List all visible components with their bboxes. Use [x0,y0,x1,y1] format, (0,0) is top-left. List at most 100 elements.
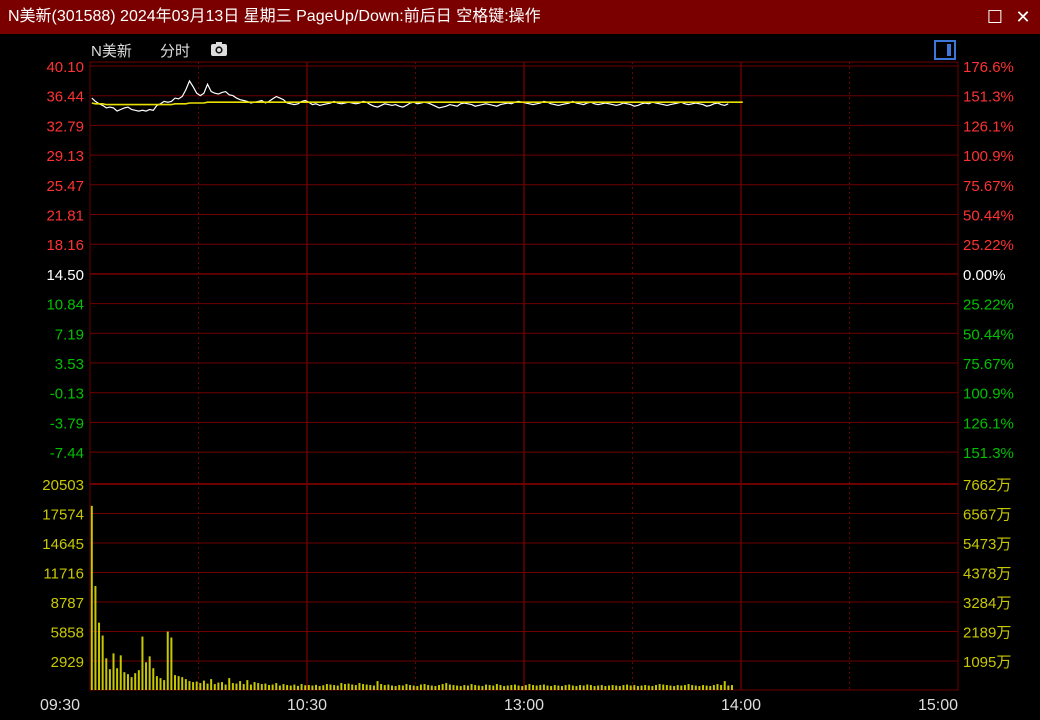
volume-bar [181,677,184,690]
volume-bar [188,681,191,690]
volume-bar [365,684,368,690]
volume-bar [673,686,676,690]
volume-bar [629,685,632,690]
volume-bar [163,680,166,690]
price-tick-label: -7.44 [50,445,84,462]
volume-bar [369,685,372,690]
volume-bar [445,683,448,690]
volume-bar [155,676,158,690]
time-tick-label: 10:30 [287,697,327,714]
percent-tick-label: 126.1% [963,415,1014,432]
volume-bar [626,684,629,690]
volume-bar [246,680,249,690]
volume-bar [546,685,549,690]
volume-bar [607,685,610,690]
volume-bar [474,685,477,690]
volume-bar [401,685,404,690]
price-tick-label: 14.50 [46,267,84,284]
percent-tick-label: 100.9% [963,148,1014,165]
volume-bar [242,684,245,690]
percent-tick-label: 50.44% [963,208,1014,225]
volume-bar [98,622,101,690]
volume-bar [593,686,596,690]
volume-bar [228,678,231,690]
volume-bar [665,685,668,690]
volume-bar [148,656,151,690]
volume-bar [304,685,307,690]
volume-bar [376,681,379,690]
price-tick-label: 10.84 [46,297,84,314]
volume-bar [170,637,173,690]
volume-bar [134,673,137,690]
volume-bar [597,685,600,690]
volume-bar [622,685,625,690]
volume-bar [532,685,535,690]
volume-bar [318,686,321,690]
volume-bar [604,686,607,690]
volume-bar [423,684,426,690]
volume-bar [278,685,281,690]
volume-bar [123,672,126,690]
volume-bar [485,684,488,690]
volume-bar [307,685,310,690]
volume-bar [575,686,578,690]
volume-tick-label: 5858 [51,625,84,642]
volume-bar [383,685,386,690]
percent-tick-label: 25.22% [963,237,1014,254]
volume-tick-label: 20503 [42,477,84,494]
volume-bar [239,681,242,690]
price-tick-label: 40.10 [46,59,84,76]
amount-tick-label: 1095万 [963,654,1011,671]
price-tick-label: 29.13 [46,148,84,165]
volume-bar [513,684,516,690]
volume-bar [231,683,234,690]
volume-bar [589,685,592,690]
percent-tick-label: 100.9% [963,386,1014,403]
volume-bar [427,685,430,690]
volume-bar [195,681,198,690]
volume-bar [221,682,224,690]
volume-bar [434,686,437,690]
price-tick-label: 7.19 [55,326,84,343]
volume-bar [683,685,686,690]
volume-bar [347,683,350,690]
volume-bar [116,668,119,690]
volume-bar [521,686,524,690]
volume-bar [94,586,97,690]
price-tick-label: 18.16 [46,237,84,254]
volume-bar [362,684,365,690]
volume-bar [568,684,571,690]
volume-bar [510,685,513,690]
volume-bar [372,685,375,690]
volume-bar [553,685,556,690]
price-tick-label: 3.53 [55,356,84,373]
volume-bar [351,684,354,690]
volume-tick-label: 2929 [51,654,84,671]
volume-bar [506,685,509,690]
price-tick-label: 25.47 [46,178,84,195]
volume-bar [137,670,140,690]
volume-bar [633,685,636,690]
volume-bar [275,683,278,690]
volume-tick-label: 14645 [42,536,84,553]
volume-bar [286,685,289,690]
price-tick-label: -0.13 [50,386,84,403]
volume-bar [463,685,466,690]
volume-bar [452,685,455,690]
volume-bar [268,685,271,690]
volume-bar [405,684,408,690]
volume-bar [470,684,473,690]
volume-bar [448,684,451,690]
volume-bar [398,685,401,690]
volume-bar [466,685,469,690]
volume-bar [477,685,480,690]
volume-bar [456,685,459,690]
volume-bar [669,685,672,690]
volume-tick-label: 8787 [51,595,84,612]
volume-bar [192,682,195,690]
volume-bar [582,685,585,690]
volume-bar [586,684,589,690]
volume-bar [101,635,104,690]
amount-tick-label: 3284万 [963,595,1011,612]
volume-bar [680,685,683,690]
